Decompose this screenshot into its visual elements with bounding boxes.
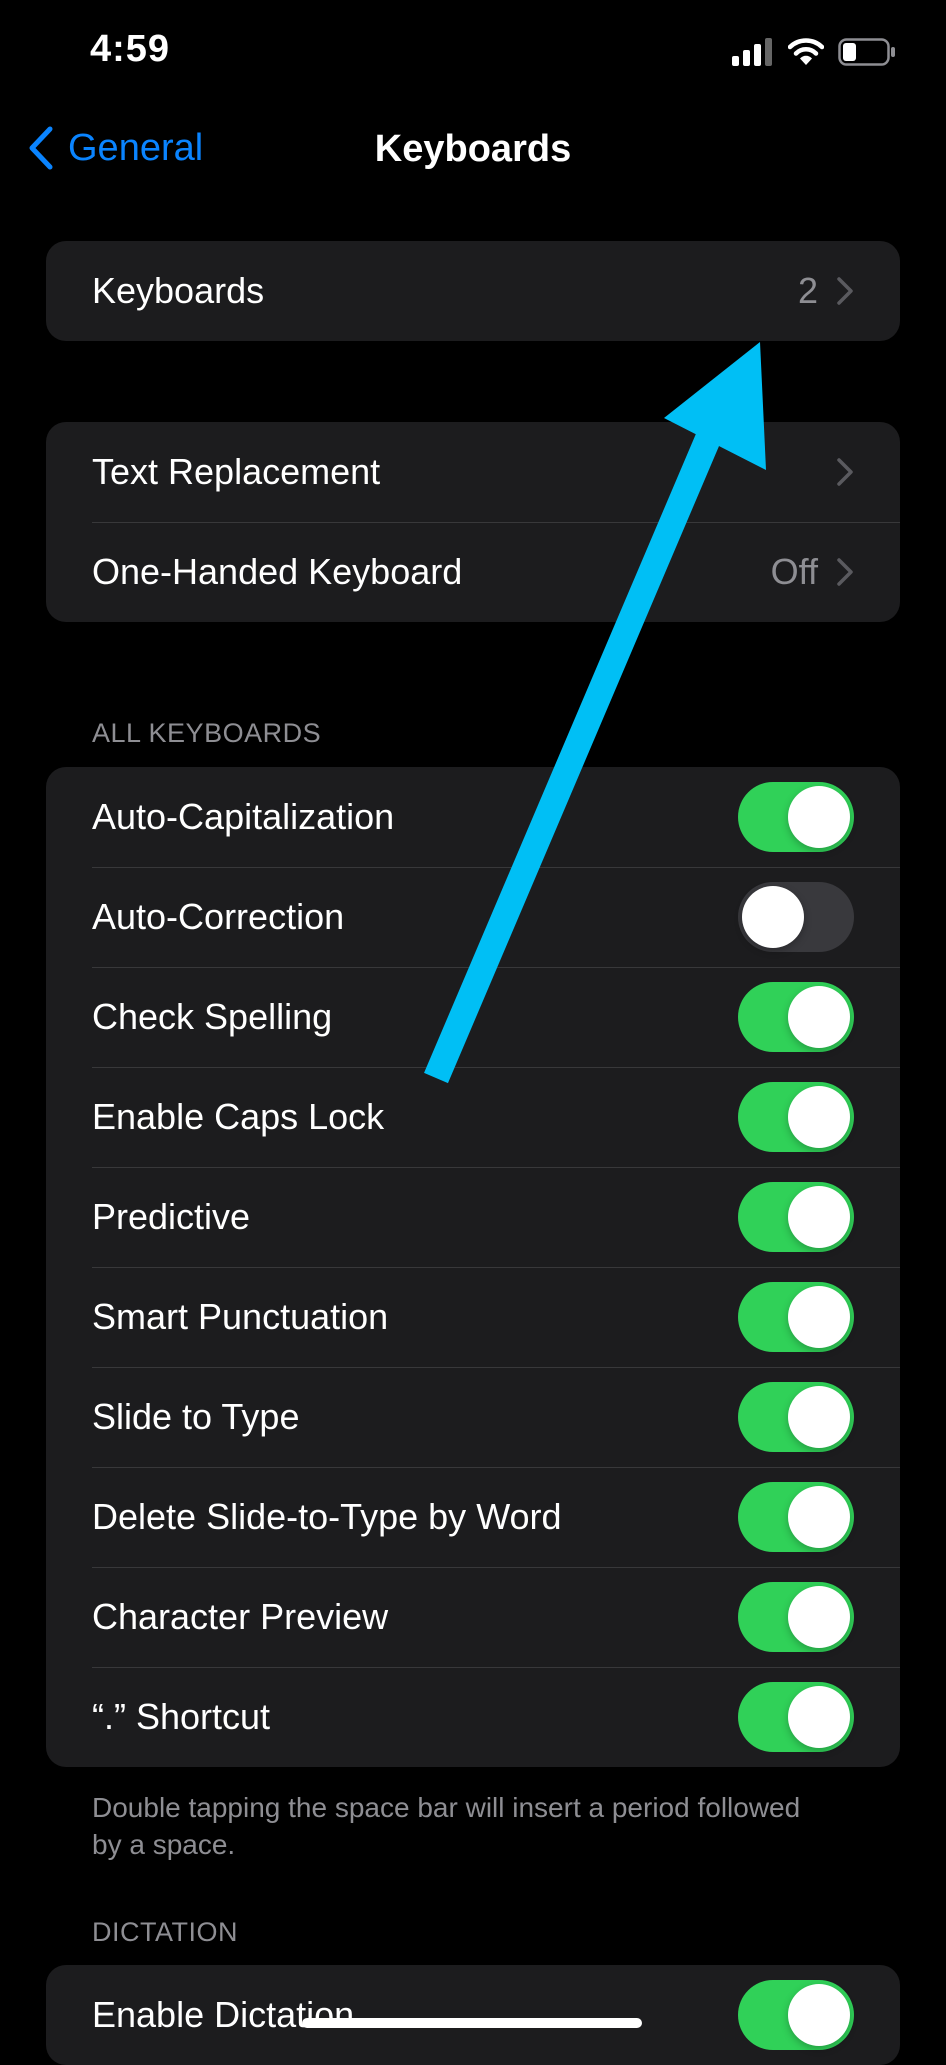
keyboard-setting-row: Auto-Correction (46, 867, 900, 967)
keyboard-setting-row: Slide to Type (46, 1367, 900, 1467)
toggle-switch[interactable] (738, 1382, 854, 1452)
toggle-knob (788, 1486, 850, 1548)
status-bar: 4:59 (0, 0, 946, 100)
toggle-switch[interactable] (738, 1282, 854, 1352)
keyboard-setting-row: Delete Slide-to-Type by Word (46, 1467, 900, 1567)
toggle-knob (788, 1386, 850, 1448)
toggle-switch[interactable] (738, 1682, 854, 1752)
toggle-knob (788, 1686, 850, 1748)
text-options-group: Text Replacement One-Handed Keyboard Off (46, 422, 900, 622)
battery-icon (838, 38, 895, 66)
all-keyboards-header: ALL KEYBOARDS (92, 718, 322, 748)
toggle-switch[interactable] (738, 882, 854, 952)
page-title: Keyboards (374, 128, 572, 170)
dictation-setting-row: Enable Dictation (46, 1965, 900, 2065)
chevron-right-icon (837, 458, 853, 486)
toggle-knob (788, 1086, 850, 1148)
toggle-knob (788, 986, 850, 1048)
keyboard-setting-row: Enable Caps Lock (46, 1067, 900, 1167)
toggle-knob (742, 886, 804, 948)
keyboard-setting-row: “.” Shortcut (46, 1667, 900, 1767)
keyboards-label: Keyboards (92, 270, 265, 311)
chevron-right-icon (837, 558, 853, 586)
keyboards-count: 2 (797, 270, 818, 311)
toggle-switch[interactable] (738, 1182, 854, 1252)
keyboards-row[interactable]: Keyboards 2 (46, 241, 900, 341)
keyboard-setting-row: Auto-Capitalization (46, 767, 900, 867)
all-keyboards-footer: Double tapping the space bar will insert… (92, 1792, 801, 1860)
one-handed-keyboard-label: One-Handed Keyboard (92, 551, 463, 592)
dictation-header: DICTATION (92, 1917, 238, 1947)
status-icons (732, 36, 896, 68)
keyboard-setting-row: Character Preview (46, 1567, 900, 1667)
toggle-switch[interactable] (738, 1082, 854, 1152)
home-indicator[interactable] (302, 2018, 642, 2028)
toggle-switch[interactable] (738, 1582, 854, 1652)
toggle-knob (788, 1984, 850, 2046)
keyboard-setting-row: Predictive (46, 1167, 900, 1267)
wifi-icon (788, 38, 824, 65)
toggle-knob (788, 1286, 850, 1348)
text-replacement-label: Text Replacement (92, 451, 381, 492)
one-handed-keyboard-value: Off (770, 551, 818, 592)
cellular-signal-icon (732, 38, 772, 66)
toggle-switch[interactable] (738, 1980, 854, 2050)
one-handed-keyboard-row[interactable]: One-Handed Keyboard Off (46, 522, 900, 622)
toggle-switch[interactable] (738, 782, 854, 852)
text-replacement-row[interactable]: Text Replacement (46, 422, 900, 522)
nav-bar: General Keyboards (0, 110, 946, 190)
keyboard-setting-row: Check Spelling (46, 967, 900, 1067)
toggle-knob (788, 1586, 850, 1648)
keyboard-setting-row: Smart Punctuation (46, 1267, 900, 1367)
keyboards-group: Keyboards 2 (46, 241, 900, 341)
toggle-knob (788, 1186, 850, 1248)
status-time: 4:59 (90, 28, 171, 70)
toggle-switch[interactable] (738, 982, 854, 1052)
toggle-switch[interactable] (738, 1482, 854, 1552)
dictation-group: Enable Dictation (46, 1965, 900, 2065)
chevron-right-icon (837, 277, 853, 305)
toggle-knob (788, 786, 850, 848)
all-keyboards-group: Auto-Capitalization Auto-Correction Check … (46, 767, 900, 1767)
